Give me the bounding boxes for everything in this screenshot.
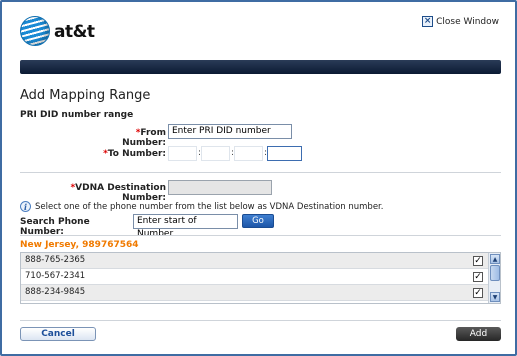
list-scrollbar[interactable]: ▲ ▼ — [488, 253, 500, 303]
go-button[interactable]: Go — [242, 214, 274, 228]
globe-icon — [20, 16, 50, 46]
scroll-down-arrow-icon[interactable]: ▼ — [490, 292, 500, 302]
list-item[interactable]: 710-567-2341 ✓ — [21, 269, 489, 285]
add-button[interactable]: Add — [456, 327, 501, 341]
cancel-button[interactable]: Cancel — [20, 327, 96, 341]
row-checkbox[interactable]: ✓ — [473, 256, 483, 266]
section-heading: PRI DID number range — [20, 110, 134, 120]
close-window-label[interactable]: Close Window — [436, 17, 499, 27]
close-icon[interactable]: × — [422, 16, 434, 27]
divider — [20, 235, 501, 236]
phone-number: 888-765-2365 — [25, 255, 86, 265]
scroll-up-arrow-icon[interactable]: ▲ — [490, 254, 500, 264]
to-number-segment-1[interactable] — [168, 146, 197, 161]
divider — [20, 320, 501, 321]
from-number-input[interactable]: Enter PRI DID number — [168, 124, 292, 139]
page-title: Add Mapping Range — [20, 88, 151, 103]
vdna-destination-input[interactable] — [168, 180, 272, 195]
row-checkbox[interactable]: ✓ — [473, 272, 483, 282]
phone-number-list: 888-765-2365 ✓ 710-567-2341 ✓ 888-234-98… — [20, 252, 501, 304]
divider — [20, 172, 501, 173]
to-number-label: *To Number: — [103, 149, 166, 159]
search-phone-label: Search Phone Number: — [20, 217, 90, 237]
phone-number: 888-765-2365 — [25, 301, 85, 303]
logo-text: at&t — [54, 22, 95, 42]
att-logo: at&t — [20, 16, 95, 48]
location-heading: New Jersey, 989767564 — [20, 240, 139, 250]
row-checkbox[interactable]: ✓ — [473, 288, 483, 298]
phone-number: 710-567-2341 — [25, 271, 86, 281]
phone-number: 888-234-9845 — [25, 287, 86, 297]
to-number-segment-3[interactable] — [234, 146, 263, 161]
list-item[interactable]: 888-765-2365 ✓ — [21, 253, 489, 269]
info-icon: i — [20, 201, 31, 212]
scroll-thumb[interactable] — [490, 265, 500, 281]
to-number-segment-2[interactable] — [201, 146, 230, 161]
to-number-segment-4[interactable] — [267, 146, 302, 161]
list-item[interactable]: 888-234-9845 ✓ — [21, 285, 489, 301]
vdna-destination-label: *VDNA Destination Number: — [70, 183, 166, 203]
info-text: Select one of the phone number from the … — [35, 201, 384, 212]
info-message: i Select one of the phone number from th… — [20, 201, 383, 212]
header-bar — [20, 60, 501, 74]
list-item[interactable]: 888-765-2365 ✓ — [21, 301, 489, 303]
search-phone-input[interactable]: Enter start of Number — [133, 214, 238, 239]
close-window-button[interactable]: × Close Window — [422, 16, 499, 27]
from-number-label: *From Number: — [122, 128, 166, 148]
dialog-window: at&t × Close Window Add Mapping Range PR… — [0, 0, 517, 356]
